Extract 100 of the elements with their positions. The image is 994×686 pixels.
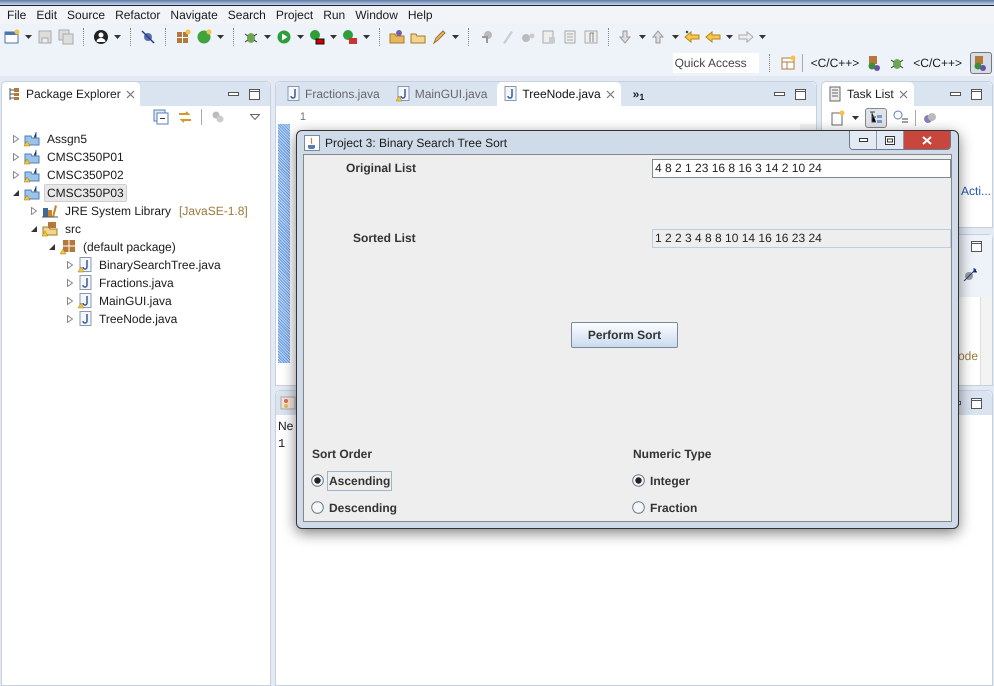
sorted-list-field[interactable]: 1 2 2 3 4 8 8 10 14 16 16 23 24 [652, 228, 951, 248]
dropdown-caret-icon[interactable] [217, 35, 224, 39]
next-annotation-icon[interactable] [618, 29, 634, 45]
minimize-icon[interactable] [950, 92, 961, 96]
radio-label[interactable]: Integer [648, 470, 692, 490]
view-menu-icon[interactable] [250, 114, 260, 120]
expanded-arrow-icon[interactable] [12, 189, 20, 197]
tree-item-label[interactable]: CMSC350P02 [44, 166, 127, 184]
menu-item[interactable]: Window [350, 7, 403, 23]
menu-item[interactable]: Run [318, 7, 350, 23]
radio-label[interactable]: Descending [327, 498, 400, 518]
menu-item[interactable]: Edit [31, 7, 62, 23]
tree-item-label[interactable]: JRE System Library [62, 202, 174, 220]
collapsed-arrow-icon[interactable] [66, 297, 74, 305]
expanded-arrow-icon[interactable] [48, 243, 56, 251]
editor-tab[interactable]: MainGUI.java [390, 82, 494, 106]
close-icon[interactable] [126, 90, 135, 98]
dropdown-caret-icon[interactable] [852, 116, 859, 120]
editor-tab[interactable]: TreeNode.java [497, 82, 621, 106]
minimize-button[interactable] [850, 131, 877, 149]
tree-item-label[interactable]: (default package) [80, 238, 179, 256]
new-window-icon[interactable] [4, 29, 20, 45]
tree-item-label[interactable]: BinarySearchTree.java [96, 256, 224, 274]
menu-item[interactable]: Project [270, 7, 318, 23]
collapsed-arrow-icon[interactable] [30, 207, 38, 215]
collapsed-arrow-icon[interactable] [66, 315, 74, 323]
run-external-icon[interactable] [342, 29, 358, 45]
more-tabs-indicator[interactable]: »$_{1}$ [632, 85, 644, 103]
dropdown-caret-icon[interactable] [114, 35, 121, 39]
open-perspective-icon[interactable] [780, 55, 796, 71]
last-edit-icon[interactable] [684, 29, 700, 45]
close-button[interactable] [904, 131, 950, 149]
menu-item[interactable]: Refactor [110, 7, 166, 23]
class-icon[interactable] [196, 29, 212, 45]
focus-icon[interactable] [922, 110, 938, 126]
tree-item-label[interactable]: CMSC350P03 [44, 184, 127, 202]
tree-item-label[interactable]: TreeNode.java [96, 310, 180, 328]
close-icon[interactable] [898, 90, 908, 98]
perspective-button[interactable]: <C/C++> [808, 54, 862, 72]
maximize-icon[interactable] [971, 398, 982, 408]
menu-item[interactable]: Search [222, 7, 271, 23]
previous-annotation-icon[interactable] [651, 29, 667, 45]
collapsed-arrow-icon[interactable] [66, 261, 74, 269]
editor-tab[interactable]: Fractions.java [280, 82, 386, 106]
tree-item-label[interactable]: Fractions.java [96, 274, 177, 292]
dropdown-caret-icon[interactable] [363, 35, 370, 39]
maximize-icon[interactable] [971, 88, 982, 100]
back-icon[interactable] [705, 29, 721, 45]
new-task-icon[interactable] [830, 110, 846, 126]
collapsed-arrow-icon[interactable] [12, 135, 20, 143]
vertical-scrollbar[interactable] [980, 297, 992, 385]
maximize-icon[interactable] [971, 240, 982, 252]
radio-button[interactable] [632, 501, 645, 514]
dropdown-caret-icon[interactable] [264, 35, 271, 39]
hide-fields-icon[interactable] [962, 267, 978, 283]
menu-item[interactable]: File [2, 7, 32, 23]
dropdown-caret-icon[interactable] [726, 35, 733, 39]
person-icon[interactable] [93, 29, 109, 45]
java-perspective-button[interactable] [970, 52, 992, 74]
minimize-icon[interactable] [774, 92, 785, 96]
collapsed-arrow-icon[interactable] [12, 171, 20, 179]
dropdown-caret-icon[interactable] [297, 35, 304, 39]
skip-breakpoints-icon[interactable] [140, 29, 156, 45]
tree-item-label[interactable]: CMSC350P01 [44, 148, 127, 166]
tree-item-label[interactable]: src [62, 220, 84, 238]
original-list-field[interactable]: 4 8 2 1 23 16 8 16 3 14 2 10 24 [652, 158, 951, 178]
menu-item[interactable]: Navigate [165, 7, 223, 23]
perform-sort-button[interactable]: Perform Sort [571, 322, 678, 348]
dropdown-caret-icon[interactable] [672, 35, 679, 39]
tree-item-label[interactable]: Assgn5 [44, 130, 90, 148]
radio-button[interactable] [311, 474, 324, 487]
radio-button[interactable] [632, 474, 645, 487]
menu-item[interactable]: Help [402, 7, 438, 23]
maximize-icon[interactable] [795, 88, 806, 100]
open-folder-icon[interactable] [389, 29, 405, 45]
dropdown-caret-icon[interactable] [330, 35, 337, 39]
dropdown-caret-icon[interactable] [25, 35, 32, 39]
minimize-icon[interactable] [228, 92, 239, 96]
link-editor-icon[interactable] [177, 109, 193, 125]
dropdown-caret-icon[interactable] [452, 35, 459, 39]
maximize-button[interactable] [877, 131, 904, 149]
activate-link[interactable]: Acti... [960, 182, 991, 227]
collapsed-arrow-icon[interactable] [12, 153, 20, 161]
run-coverage-icon[interactable] [309, 29, 325, 45]
package-icon[interactable] [175, 29, 191, 45]
run-icon[interactable] [276, 29, 292, 45]
view-tab[interactable]: Package Explorer [2, 82, 140, 106]
menu-item[interactable]: Source [62, 7, 110, 23]
maximize-icon[interactable] [249, 88, 260, 100]
outline-item-label[interactable]: ode [958, 347, 978, 365]
expanded-arrow-icon[interactable] [30, 225, 38, 233]
radio-label[interactable]: Fraction [648, 498, 700, 518]
pilcrow-icon[interactable] [583, 29, 599, 45]
radio-button[interactable] [311, 501, 324, 514]
quick-access-field[interactable]: Quick Access [672, 53, 759, 73]
dropdown-caret-icon[interactable] [639, 35, 646, 39]
view-tab[interactable]: Task List [822, 82, 914, 106]
collapsed-arrow-icon[interactable] [66, 279, 74, 287]
categorized-toggle[interactable] [865, 108, 887, 128]
pen-icon[interactable] [431, 29, 447, 45]
